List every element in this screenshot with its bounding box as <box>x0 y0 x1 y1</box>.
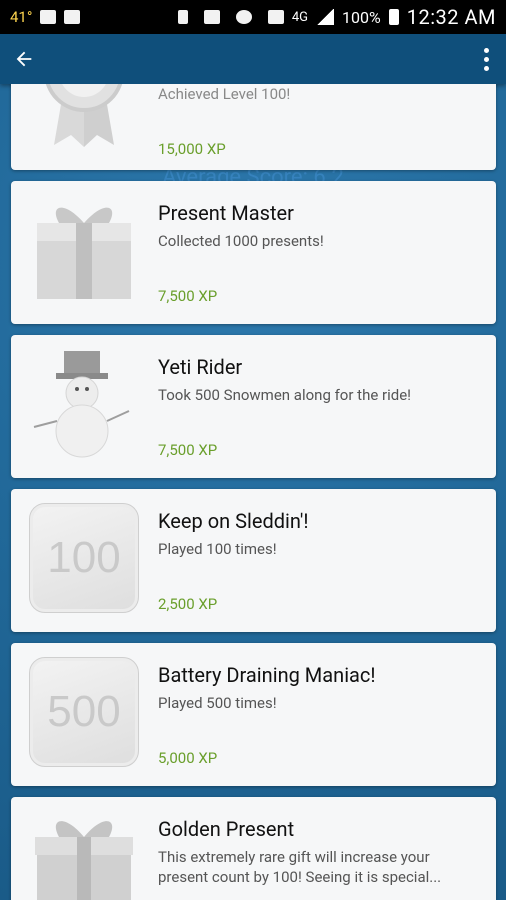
achievement-xp: 7,500 XP <box>158 287 218 305</box>
achievement-desc: Achieved Level 100! <box>158 85 291 103</box>
achievement-title: Keep on Sleddin'! <box>158 509 309 533</box>
achievement-card-golden-present[interactable]: Golden Present This extremely rare gift … <box>11 797 496 900</box>
gift-icon <box>29 195 139 305</box>
menu-dot-icon <box>483 47 489 53</box>
achievement-card-yeti-rider[interactable]: Yeti Rider Took 500 Snowmen along for th… <box>11 335 496 478</box>
tile-100-label: 100 <box>29 503 139 613</box>
battery-percent: 100% <box>342 7 381 27</box>
email-icon <box>40 10 57 24</box>
alarm-icon <box>235 10 252 24</box>
back-arrow-icon <box>16 51 32 67</box>
achievement-xp: 15,000 XP <box>158 140 226 158</box>
bluetooth-icon <box>177 10 188 24</box>
tile-500-label: 500 <box>29 657 139 767</box>
medal-icon <box>29 84 139 147</box>
achievement-desc: Played 100 times! <box>158 540 277 558</box>
temperature-text: 41° <box>10 8 33 26</box>
achievement-title: Battery Draining Maniac! <box>158 663 376 687</box>
tile-500-icon: 500 <box>29 657 139 767</box>
back-button[interactable] <box>0 34 48 84</box>
achievement-title: Yeti Rider <box>158 355 243 379</box>
achievement-desc: This extremely rare gift will increase y… <box>158 848 442 886</box>
achievement-card-battery-draining-maniac[interactable]: 500 Battery Draining Maniac! Played 500 … <box>11 643 496 786</box>
menu-dot-icon <box>483 56 489 62</box>
snowman-icon <box>29 349 139 459</box>
status-right: 4G 100% 12:32 AM <box>170 5 496 29</box>
achievement-xp: 5,000 XP <box>158 749 218 767</box>
signal-icon <box>316 9 335 25</box>
app-bar <box>0 34 506 84</box>
photo-icon <box>64 10 81 24</box>
achievement-card-present-master[interactable]: Present Master Collected 1000 presents! … <box>11 181 496 324</box>
golden-gift-icon <box>29 811 139 900</box>
achievement-card-keep-on-sleddin[interactable]: 100 Keep on Sleddin'! Played 100 times! … <box>11 489 496 632</box>
achievement-card-level-100[interactable]: Achieved Level 100! 15,000 XP <box>11 84 496 170</box>
achievement-xp: 7,500 XP <box>158 441 218 459</box>
overflow-menu-button[interactable] <box>466 34 506 84</box>
network-type-text: 4G <box>291 9 309 25</box>
achievement-list[interactable]: Achieved Level 100! 15,000 XP Present Ma… <box>0 84 506 900</box>
battery-icon <box>388 9 399 25</box>
achievement-title: Golden Present <box>158 817 295 841</box>
wifi-icon <box>267 10 284 24</box>
menu-dot-icon <box>483 65 489 71</box>
achievement-xp: 2,500 XP <box>158 595 218 613</box>
achievement-desc: Played 500 times! <box>158 694 277 712</box>
status-bar: 41° 4G 100% 12:32 AM <box>0 0 506 34</box>
clock-time: 12:32 AM <box>406 5 496 29</box>
achievement-desc: Collected 1000 presents! <box>158 232 324 250</box>
tile-100-icon: 100 <box>29 503 139 613</box>
vibrate-icon <box>203 10 220 24</box>
achievement-title: Present Master <box>158 201 294 225</box>
achievement-desc: Took 500 Snowmen along for the ride! <box>158 386 412 404</box>
